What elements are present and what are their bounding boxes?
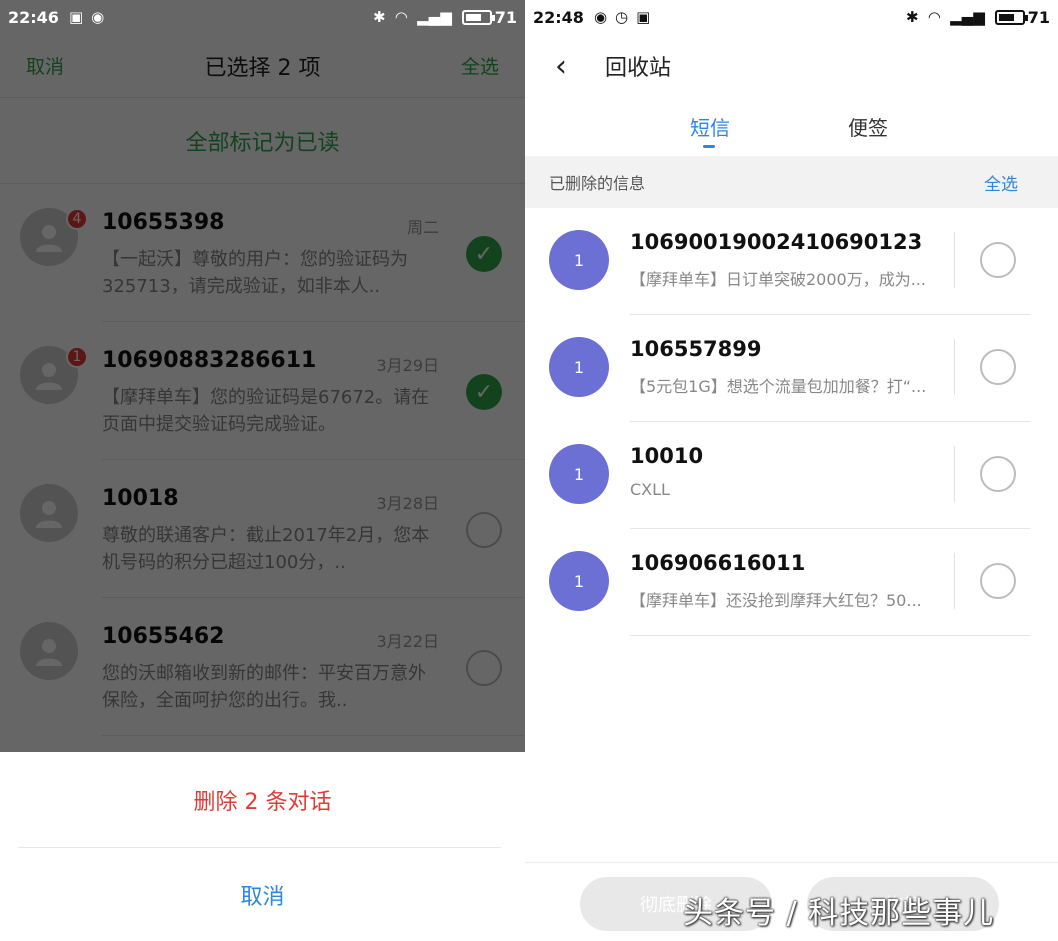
selection-count-title: 已选择 2 项 xyxy=(204,55,321,81)
unchecked-checkbox[interactable] xyxy=(466,650,502,686)
avatar xyxy=(20,622,78,680)
select-radio[interactable] xyxy=(980,563,1016,599)
conversation-number: 10655398 xyxy=(102,210,225,235)
divider xyxy=(954,232,955,288)
conversation-snippet: 您的沃邮箱收到新的邮件：平安百万意外保险，全面呵护您的出行。我.. xyxy=(102,663,426,711)
status-bar: 22:48 ◉ ◷ ▣ ✱ ◠ ▂▄▆ 71 xyxy=(525,0,1058,34)
person-icon xyxy=(36,501,62,528)
divider xyxy=(954,446,955,502)
unchecked-checkbox[interactable] xyxy=(466,512,502,548)
deleted-message-item[interactable]: 1 106557899 【5元包1G】想选个流量包加加餐？打“... xyxy=(525,315,1058,422)
page-title: 回收站 xyxy=(605,56,672,81)
conversation-number: 10690883286611 xyxy=(102,348,317,373)
unread-badge: 1 xyxy=(66,346,88,368)
conversation-date: 3月28日 xyxy=(376,494,439,513)
watermark-text: 头条号 / 科技那些事儿 xyxy=(683,896,995,931)
cancel-button[interactable]: 取消 xyxy=(0,848,525,941)
cancel-selection-button[interactable]: 取消 xyxy=(26,52,64,79)
wifi-icon: ◠ xyxy=(395,7,408,26)
message-number: 10690019002410690123 xyxy=(630,230,923,254)
conversation-date: 周二 xyxy=(406,218,439,237)
message-snippet: 【摩拜单车】还没抢到摩拜大红包？50... xyxy=(630,591,922,610)
select-radio[interactable] xyxy=(980,242,1016,278)
divider xyxy=(102,735,525,736)
checkmark-icon: ✓ xyxy=(474,241,494,267)
battery-icon: 71 xyxy=(994,7,1050,27)
conversation-snippet: 【一起沃】尊敬的用户：您的验证码为325713，请完成验证，如非本人.. xyxy=(102,249,408,297)
image-notification-icon: ▣ xyxy=(636,7,651,26)
message-snippet: CXLL xyxy=(630,480,670,499)
message-snippet: 【5元包1G】想选个流量包加加餐？打“... xyxy=(630,377,927,396)
conversation-item[interactable]: 4 10655398 周二 【一起沃】尊敬的用户：您的验证码为325713，请完… xyxy=(0,184,525,322)
select-radio[interactable] xyxy=(980,456,1016,492)
conversation-number: 10655462 xyxy=(102,624,225,649)
conversation-snippet: 【摩拜单车】您的验证码是67672。请在页面中提交验证码完成验证。 xyxy=(102,387,430,435)
conversation-item[interactable]: 10018 3月28日 尊敬的联通客户：截止2017年2月，您本机号码的积分已超… xyxy=(0,460,525,598)
person-icon xyxy=(36,639,62,666)
message-count-avatar: 1 xyxy=(549,337,609,397)
tab-indicator xyxy=(703,145,715,148)
message-number: 106557899 xyxy=(630,337,762,361)
message-count-avatar: 1 xyxy=(549,551,609,611)
message-number: 10010 xyxy=(630,444,704,468)
wifi-icon: ◠ xyxy=(928,7,941,26)
divider xyxy=(954,339,955,395)
battery-level: 71 xyxy=(494,7,517,27)
conversation-item[interactable]: 1 10690883286611 3月29日 【摩拜单车】您的验证码是67672… xyxy=(0,322,525,460)
conversation-number: 10018 xyxy=(102,486,179,511)
bluetooth-icon: ✱ xyxy=(373,7,386,26)
select-radio[interactable] xyxy=(980,349,1016,385)
message-count-avatar: 1 xyxy=(549,444,609,504)
status-bar: 22:46 ▣ ◉ ✱ ◠ ▂▄▆ 71 xyxy=(0,0,525,34)
right-screen: 22:48 ◉ ◷ ▣ ✱ ◠ ▂▄▆ 71 ‹ 回收站 短信 便签 已删除的信… xyxy=(525,0,1058,941)
message-count-avatar: 1 xyxy=(549,230,609,290)
avatar xyxy=(20,484,78,542)
deleted-message-item[interactable]: 1 10690019002410690123 【摩拜单车】日订单突破2000万，… xyxy=(525,208,1058,315)
section-header: 已删除的信息 全选 xyxy=(525,156,1058,208)
checked-checkbox[interactable]: ✓ xyxy=(466,374,502,410)
left-screen: 22:46 ▣ ◉ ✱ ◠ ▂▄▆ 71 取消 已选择 2 项 全选 全部标记为… xyxy=(0,0,525,941)
conversation-item[interactable]: 10655462 3月22日 您的沃邮箱收到新的邮件：平安百万意外保险，全面呵护… xyxy=(0,598,525,736)
section-label: 已删除的信息 xyxy=(549,174,646,193)
unread-badge: 4 xyxy=(66,208,88,230)
battery-icon: 71 xyxy=(461,7,517,27)
tab-sms[interactable]: 短信 xyxy=(690,112,730,141)
deleted-message-item[interactable]: 1 106906616011 【摩拜单车】还没抢到摩拜大红包？50... xyxy=(525,529,1058,636)
checked-checkbox[interactable]: ✓ xyxy=(466,236,502,272)
divider xyxy=(630,635,1030,636)
back-arrow-icon[interactable]: ‹ xyxy=(555,49,595,84)
alarm-icon: ◷ xyxy=(615,7,629,26)
conversation-date: 3月22日 xyxy=(376,632,439,651)
select-all-button[interactable]: 全选 xyxy=(461,52,499,79)
message-number: 106906616011 xyxy=(630,551,806,575)
weibo-icon: ◉ xyxy=(91,7,105,26)
status-time: 22:46 xyxy=(8,7,59,27)
conversation-snippet: 尊敬的联通客户：截止2017年2月，您本机号码的积分已超过100分，.. xyxy=(102,525,430,573)
person-icon xyxy=(36,225,62,252)
conversation-date: 3月29日 xyxy=(376,356,439,375)
selection-toolbar: 取消 已选择 2 项 全选 xyxy=(0,34,525,98)
status-time: 22:48 xyxy=(533,7,584,27)
bluetooth-icon: ✱ xyxy=(906,7,919,26)
divider xyxy=(954,553,955,609)
select-all-button[interactable]: 全选 xyxy=(984,170,1018,195)
weibo-icon: ◉ xyxy=(593,7,608,26)
signal-icon: ▂▄▆ xyxy=(950,7,985,26)
app-bar: ‹ 回收站 xyxy=(525,34,1058,98)
image-notification-icon: ▣ xyxy=(68,7,84,26)
message-snippet: 【摩拜单车】日订单突破2000万，成为... xyxy=(630,270,926,289)
person-icon xyxy=(36,363,62,390)
deleted-message-item[interactable]: 1 10010 CXLL xyxy=(525,422,1058,529)
signal-icon: ▂▄▆ xyxy=(417,7,452,26)
checkmark-icon: ✓ xyxy=(474,379,494,405)
tab-notes[interactable]: 便签 xyxy=(848,112,888,141)
tab-bar: 短信 便签 xyxy=(525,98,1058,154)
action-sheet: 删除 2 条对话 取消 xyxy=(0,752,525,941)
battery-level: 71 xyxy=(1027,7,1050,27)
delete-conversations-button[interactable]: 删除 2 条对话 xyxy=(0,752,525,847)
mark-all-read-button[interactable]: 全部标记为已读 xyxy=(0,98,525,184)
